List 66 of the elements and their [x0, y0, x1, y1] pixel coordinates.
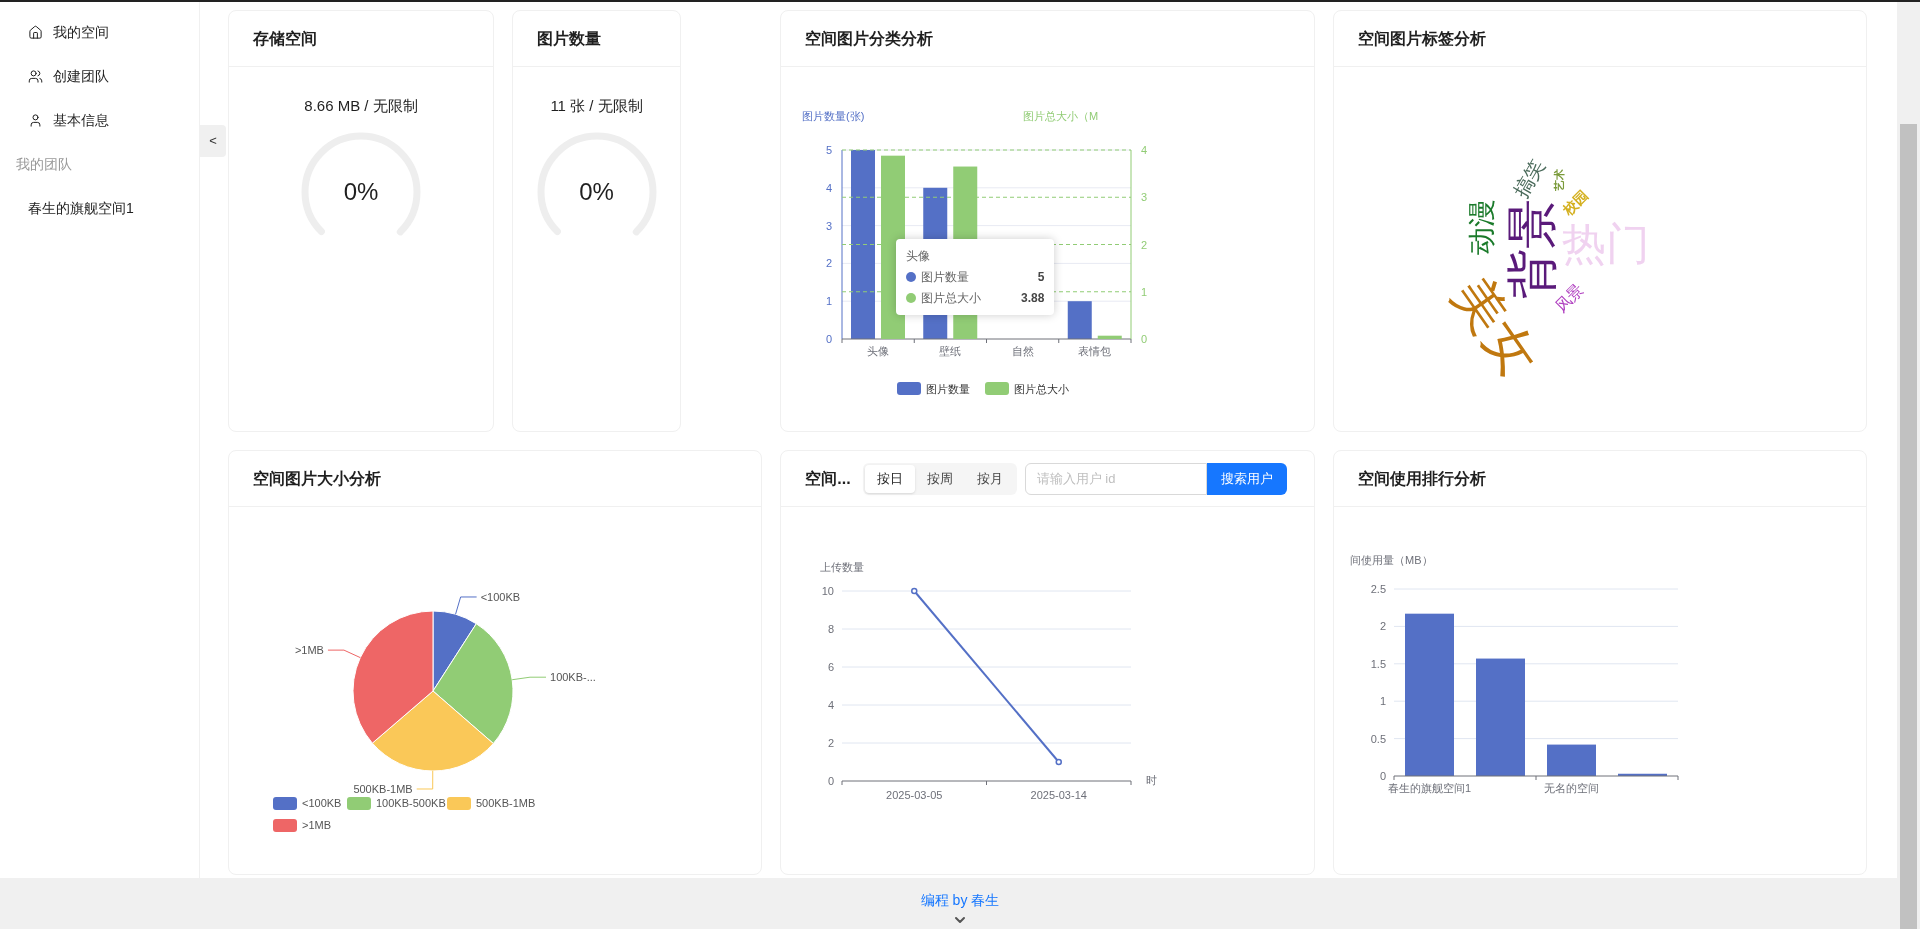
axis-title: 图片总大小（M — [1023, 110, 1099, 122]
category-label: 无名的空间 — [1543, 782, 1599, 794]
tick-label: 8 — [828, 623, 835, 635]
legend-label: >1MB — [302, 819, 332, 831]
tick-label: 4 — [1141, 144, 1148, 156]
axis-title: 时 — [1146, 774, 1158, 786]
tick-label: 3 — [826, 219, 833, 232]
slice-label: <100KB — [480, 591, 521, 603]
axis-title: 间使用量（MB） — [1349, 554, 1433, 566]
card-title: 空间图片标签分析 — [1357, 28, 1486, 49]
category-label: 表情包 — [1078, 345, 1112, 357]
tick-label: 2 — [1379, 620, 1386, 633]
percent-text: 0% — [343, 179, 379, 204]
tooltip-label: 图片数量 — [921, 269, 970, 286]
tick-label: 2 — [826, 257, 833, 270]
card-title: 空间图片分类分析 — [805, 28, 934, 49]
usage-text: 11 张 / 无限制 — [550, 96, 643, 116]
card-title: 空间... — [805, 468, 851, 489]
tick-label: 0 — [828, 775, 835, 787]
tick-label: 0 — [1141, 333, 1148, 345]
slice-label: >1MB — [294, 644, 324, 657]
slice-label: 500KB-1MB — [353, 783, 413, 795]
legend-label: 图片数量 — [926, 383, 971, 395]
tick-label: 0 — [826, 333, 833, 345]
tick-label: 6 — [828, 661, 835, 673]
group-title: 我的团队 — [15, 154, 73, 174]
tag-word: 艺术 — [1552, 169, 1565, 191]
tick-label: 1.5 — [1370, 657, 1386, 670]
card-title: 存储空间 — [253, 28, 317, 49]
tick-label: 0 — [1379, 770, 1386, 782]
category-label: 2025-03-14 — [1030, 789, 1088, 801]
tick-label: 2.5 — [1370, 583, 1386, 595]
tick-label: 4 — [826, 181, 833, 194]
card-title: 空间图片大小分析 — [253, 468, 381, 489]
tooltip-value: 5 — [1037, 269, 1045, 286]
tick-label: 5 — [826, 144, 833, 156]
tooltip-label: 图片总大小 — [921, 290, 982, 307]
tick-label: 1 — [826, 295, 833, 308]
category-label: 春生的旗舰空间1 — [1387, 782, 1471, 794]
tick-label: 1 — [1379, 695, 1386, 708]
category-label: 壁纸 — [939, 345, 962, 357]
tick-label: 2 — [828, 737, 835, 749]
tooltip-title: 头像 — [906, 248, 932, 265]
card-title: 图片数量 — [537, 28, 601, 49]
tooltip-value: 3.88 — [1020, 290, 1045, 307]
category-label: 头像 — [867, 345, 890, 357]
tick-label: 1 — [1141, 285, 1148, 298]
tick-label: 2 — [1141, 238, 1148, 251]
usage-text: 8.66 MB / 无限制 — [304, 96, 418, 116]
axis-title: 上传数量 — [820, 561, 865, 573]
legend-label: 500KB-1MB — [476, 797, 536, 809]
legend-label: 图片总大小 — [1014, 383, 1070, 395]
tick-label: 10 — [822, 585, 835, 597]
card-title: 空间使用排行分析 — [1357, 468, 1486, 489]
tag-word: 动漫 — [1466, 199, 1498, 255]
tick-label: 3 — [1141, 191, 1148, 204]
legend-label: 100KB-500KB — [376, 797, 446, 809]
category-label: 自然 — [1011, 345, 1034, 357]
percent-text: 0% — [579, 179, 614, 204]
tag-word: 搞笑 — [1508, 155, 1548, 201]
tick-label: 4 — [828, 699, 835, 711]
legend-label: <100KB — [302, 797, 342, 809]
tick-label: 0.5 — [1370, 732, 1386, 745]
slice-label: 100KB-... — [550, 671, 596, 684]
axis-title: 图片数量(张) — [802, 110, 865, 122]
category-label: 2025-03-05 — [886, 789, 943, 801]
